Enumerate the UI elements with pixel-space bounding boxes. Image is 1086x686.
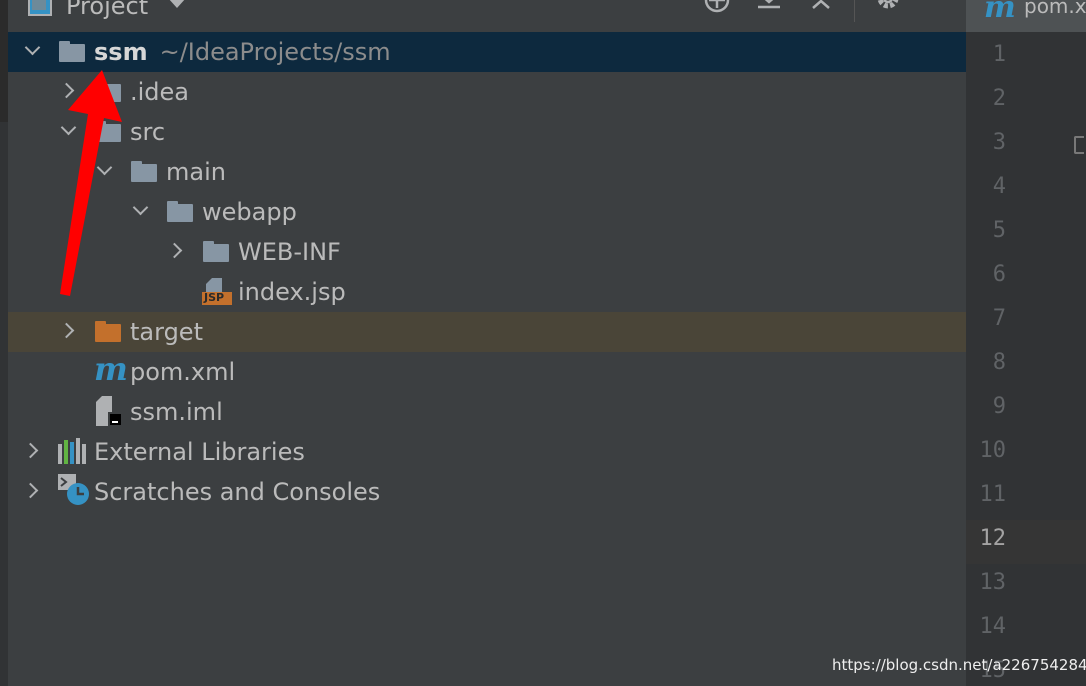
maven-icon: m	[984, 0, 1016, 25]
tree-item-label: WEB-INF	[238, 238, 341, 266]
folder-icon	[202, 240, 230, 264]
scratches-icon	[58, 474, 89, 505]
folder-icon	[130, 160, 158, 184]
editor-line-gutter: 1 2 3 4 5 6 7 8 9 10 11 12 13 14 15	[966, 32, 1086, 686]
tree-item-label: main	[166, 158, 226, 186]
tree-item-label: webapp	[202, 198, 297, 226]
tree-row-idea[interactable]: .idea	[8, 72, 966, 112]
editor-tab-pom-xml[interactable]: m pom.xml	[966, 0, 1086, 32]
module-folder-icon	[58, 40, 86, 64]
tree-item-label: External Libraries	[94, 438, 305, 466]
web-folder-icon	[166, 200, 194, 224]
tree-item-label: ssm ~/IdeaProjects/ssm	[94, 38, 391, 66]
tree-item-label: target	[130, 318, 203, 346]
tree-row-external-libraries[interactable]: External Libraries	[8, 432, 966, 472]
project-tree: ssm ~/IdeaProjects/ssm .idea src main web…	[8, 32, 966, 686]
chevron-right-icon[interactable]	[60, 83, 74, 97]
project-tool-window-header: Project	[8, 0, 966, 30]
line-number: 11	[979, 482, 1007, 507]
line-number: 1	[992, 42, 1006, 67]
toolbar-separator	[854, 0, 855, 22]
tree-item-label: Scratches and Consoles	[94, 478, 381, 506]
tree-row-webapp[interactable]: webapp	[8, 192, 966, 232]
gear-icon[interactable]	[874, 0, 902, 20]
chevron-right-icon[interactable]	[24, 483, 38, 497]
excluded-folder-icon	[94, 320, 122, 344]
project-view-title[interactable]: Project	[66, 0, 148, 20]
chevron-right-icon[interactable]	[168, 243, 182, 257]
line-number: 8	[992, 350, 1006, 375]
tree-row-main[interactable]: main	[8, 152, 966, 192]
line-number: 4	[992, 174, 1006, 199]
minimize-icon[interactable]	[926, 0, 952, 20]
iml-file-icon	[96, 396, 124, 426]
tree-row-ssm-iml[interactable]: ssm.iml	[8, 392, 966, 432]
folder-icon	[94, 120, 122, 144]
line-number: 5	[992, 218, 1006, 243]
chevron-down-icon[interactable]	[96, 163, 110, 177]
watermark: https://blog.csdn.net/a2267542848	[832, 656, 1086, 674]
chevron-right-icon[interactable]	[60, 323, 74, 337]
tree-row-src[interactable]: src	[8, 112, 966, 152]
tree-item-label: ssm.iml	[130, 398, 223, 426]
maven-glyph: m	[94, 350, 128, 388]
maven-icon: m	[94, 350, 128, 388]
tree-item-label: .idea	[130, 78, 190, 106]
line-number: 2	[992, 86, 1006, 111]
line-number: 3	[992, 130, 1006, 155]
libraries-icon	[58, 438, 86, 464]
collapse-all-icon[interactable]	[808, 0, 834, 20]
tree-row-pom-xml[interactable]: m pom.xml	[8, 350, 966, 392]
line-number: 13	[979, 570, 1007, 595]
chevron-right-icon[interactable]	[24, 443, 38, 457]
tree-row-scratches-and-consoles[interactable]: Scratches and Consoles	[8, 472, 966, 512]
tree-item-label: index.jsp	[238, 278, 346, 306]
expand-all-icon[interactable]	[756, 0, 782, 20]
line-number: 10	[979, 438, 1007, 463]
line-number: 14	[979, 614, 1007, 639]
editor-tab-label: pom.xml	[1024, 0, 1086, 18]
add-circle-icon[interactable]	[702, 0, 732, 20]
tree-row-ssm[interactable]: ssm ~/IdeaProjects/ssm	[8, 32, 966, 72]
tree-item-label: src	[130, 118, 166, 146]
tree-row-index-jsp[interactable]: JSP index.jsp	[8, 272, 966, 312]
line-number: 6	[992, 262, 1006, 287]
tree-item-label: pom.xml	[130, 358, 236, 386]
jsp-badge: JSP	[204, 291, 225, 304]
line-number-current: 12	[979, 526, 1007, 551]
fold-marker-icon[interactable]	[1074, 136, 1084, 154]
chevron-down-icon[interactable]	[132, 203, 146, 217]
tree-row-target[interactable]: target	[8, 312, 966, 352]
chevron-down-icon[interactable]	[24, 43, 38, 57]
line-number: 7	[992, 306, 1006, 331]
folder-icon	[94, 80, 122, 104]
left-edge-strip	[0, 0, 8, 686]
line-number: 9	[992, 394, 1006, 419]
jsp-file-icon: JSP	[202, 278, 232, 305]
tree-row-web-inf[interactable]: WEB-INF	[8, 232, 966, 272]
project-view-icon	[28, 0, 52, 16]
chevron-down-icon[interactable]	[60, 123, 74, 137]
chevron-down-icon[interactable]	[168, 0, 186, 8]
